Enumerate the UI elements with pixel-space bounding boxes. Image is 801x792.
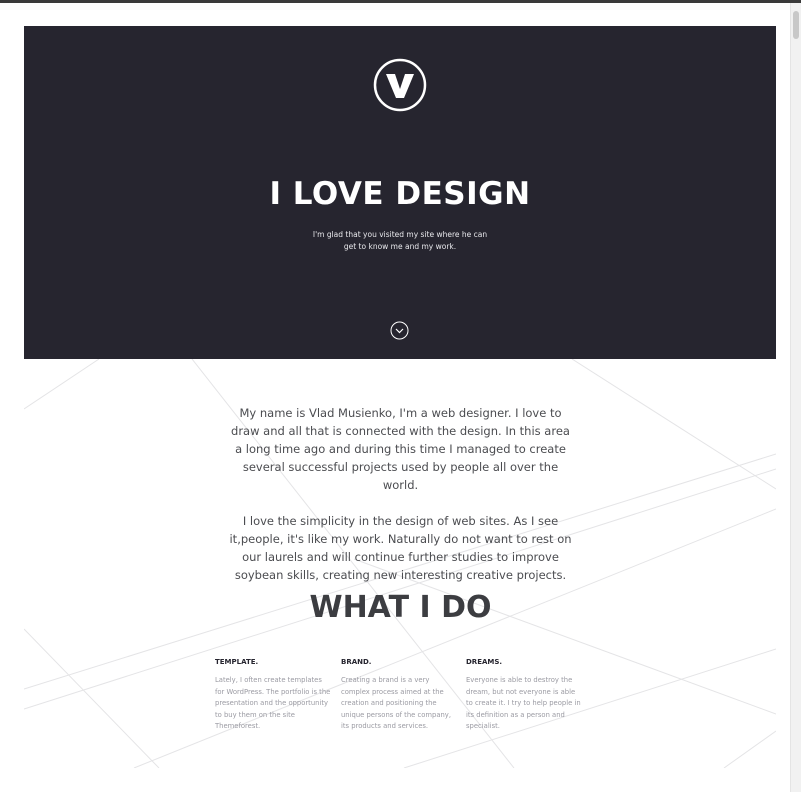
- service-brand: BRAND. Creating a brand is a very comple…: [341, 658, 459, 733]
- scrollbar[interactable]: [790, 3, 801, 792]
- about-text: My name is Vlad Musienko, I'm a web desi…: [228, 404, 573, 602]
- service-title: TEMPLATE.: [215, 658, 259, 666]
- service-description: Creating a brand is a very complex proce…: [341, 676, 451, 730]
- section-title: WHAT I DO: [309, 590, 492, 625]
- hero-section: I LOVE DESIGN I'm glad that you visited …: [24, 26, 776, 359]
- about-paragraph: I love the simplicity in the design of w…: [229, 514, 572, 582]
- service-dreams: DREAMS. Everyone is able to destroy the …: [466, 658, 584, 733]
- service-title: BRAND.: [341, 658, 372, 666]
- window-top-border: [0, 0, 801, 3]
- service-description: Everyone is able to destroy the dream, b…: [466, 676, 581, 730]
- hero-title: I LOVE DESIGN: [269, 176, 531, 212]
- v-logo-icon[interactable]: [373, 58, 427, 112]
- scrollbar-thumb[interactable]: [793, 11, 799, 39]
- service-description: Lately, I often create templates for Wor…: [215, 676, 331, 730]
- about-paragraph: My name is Vlad Musienko, I'm a web desi…: [231, 406, 570, 492]
- service-template: TEMPLATE. Lately, I often create templat…: [215, 658, 333, 733]
- hero-subtitle: I'm glad that you visited my site where …: [312, 230, 488, 251]
- service-title: DREAMS.: [466, 658, 503, 666]
- chevron-down-circle-icon[interactable]: [390, 321, 409, 340]
